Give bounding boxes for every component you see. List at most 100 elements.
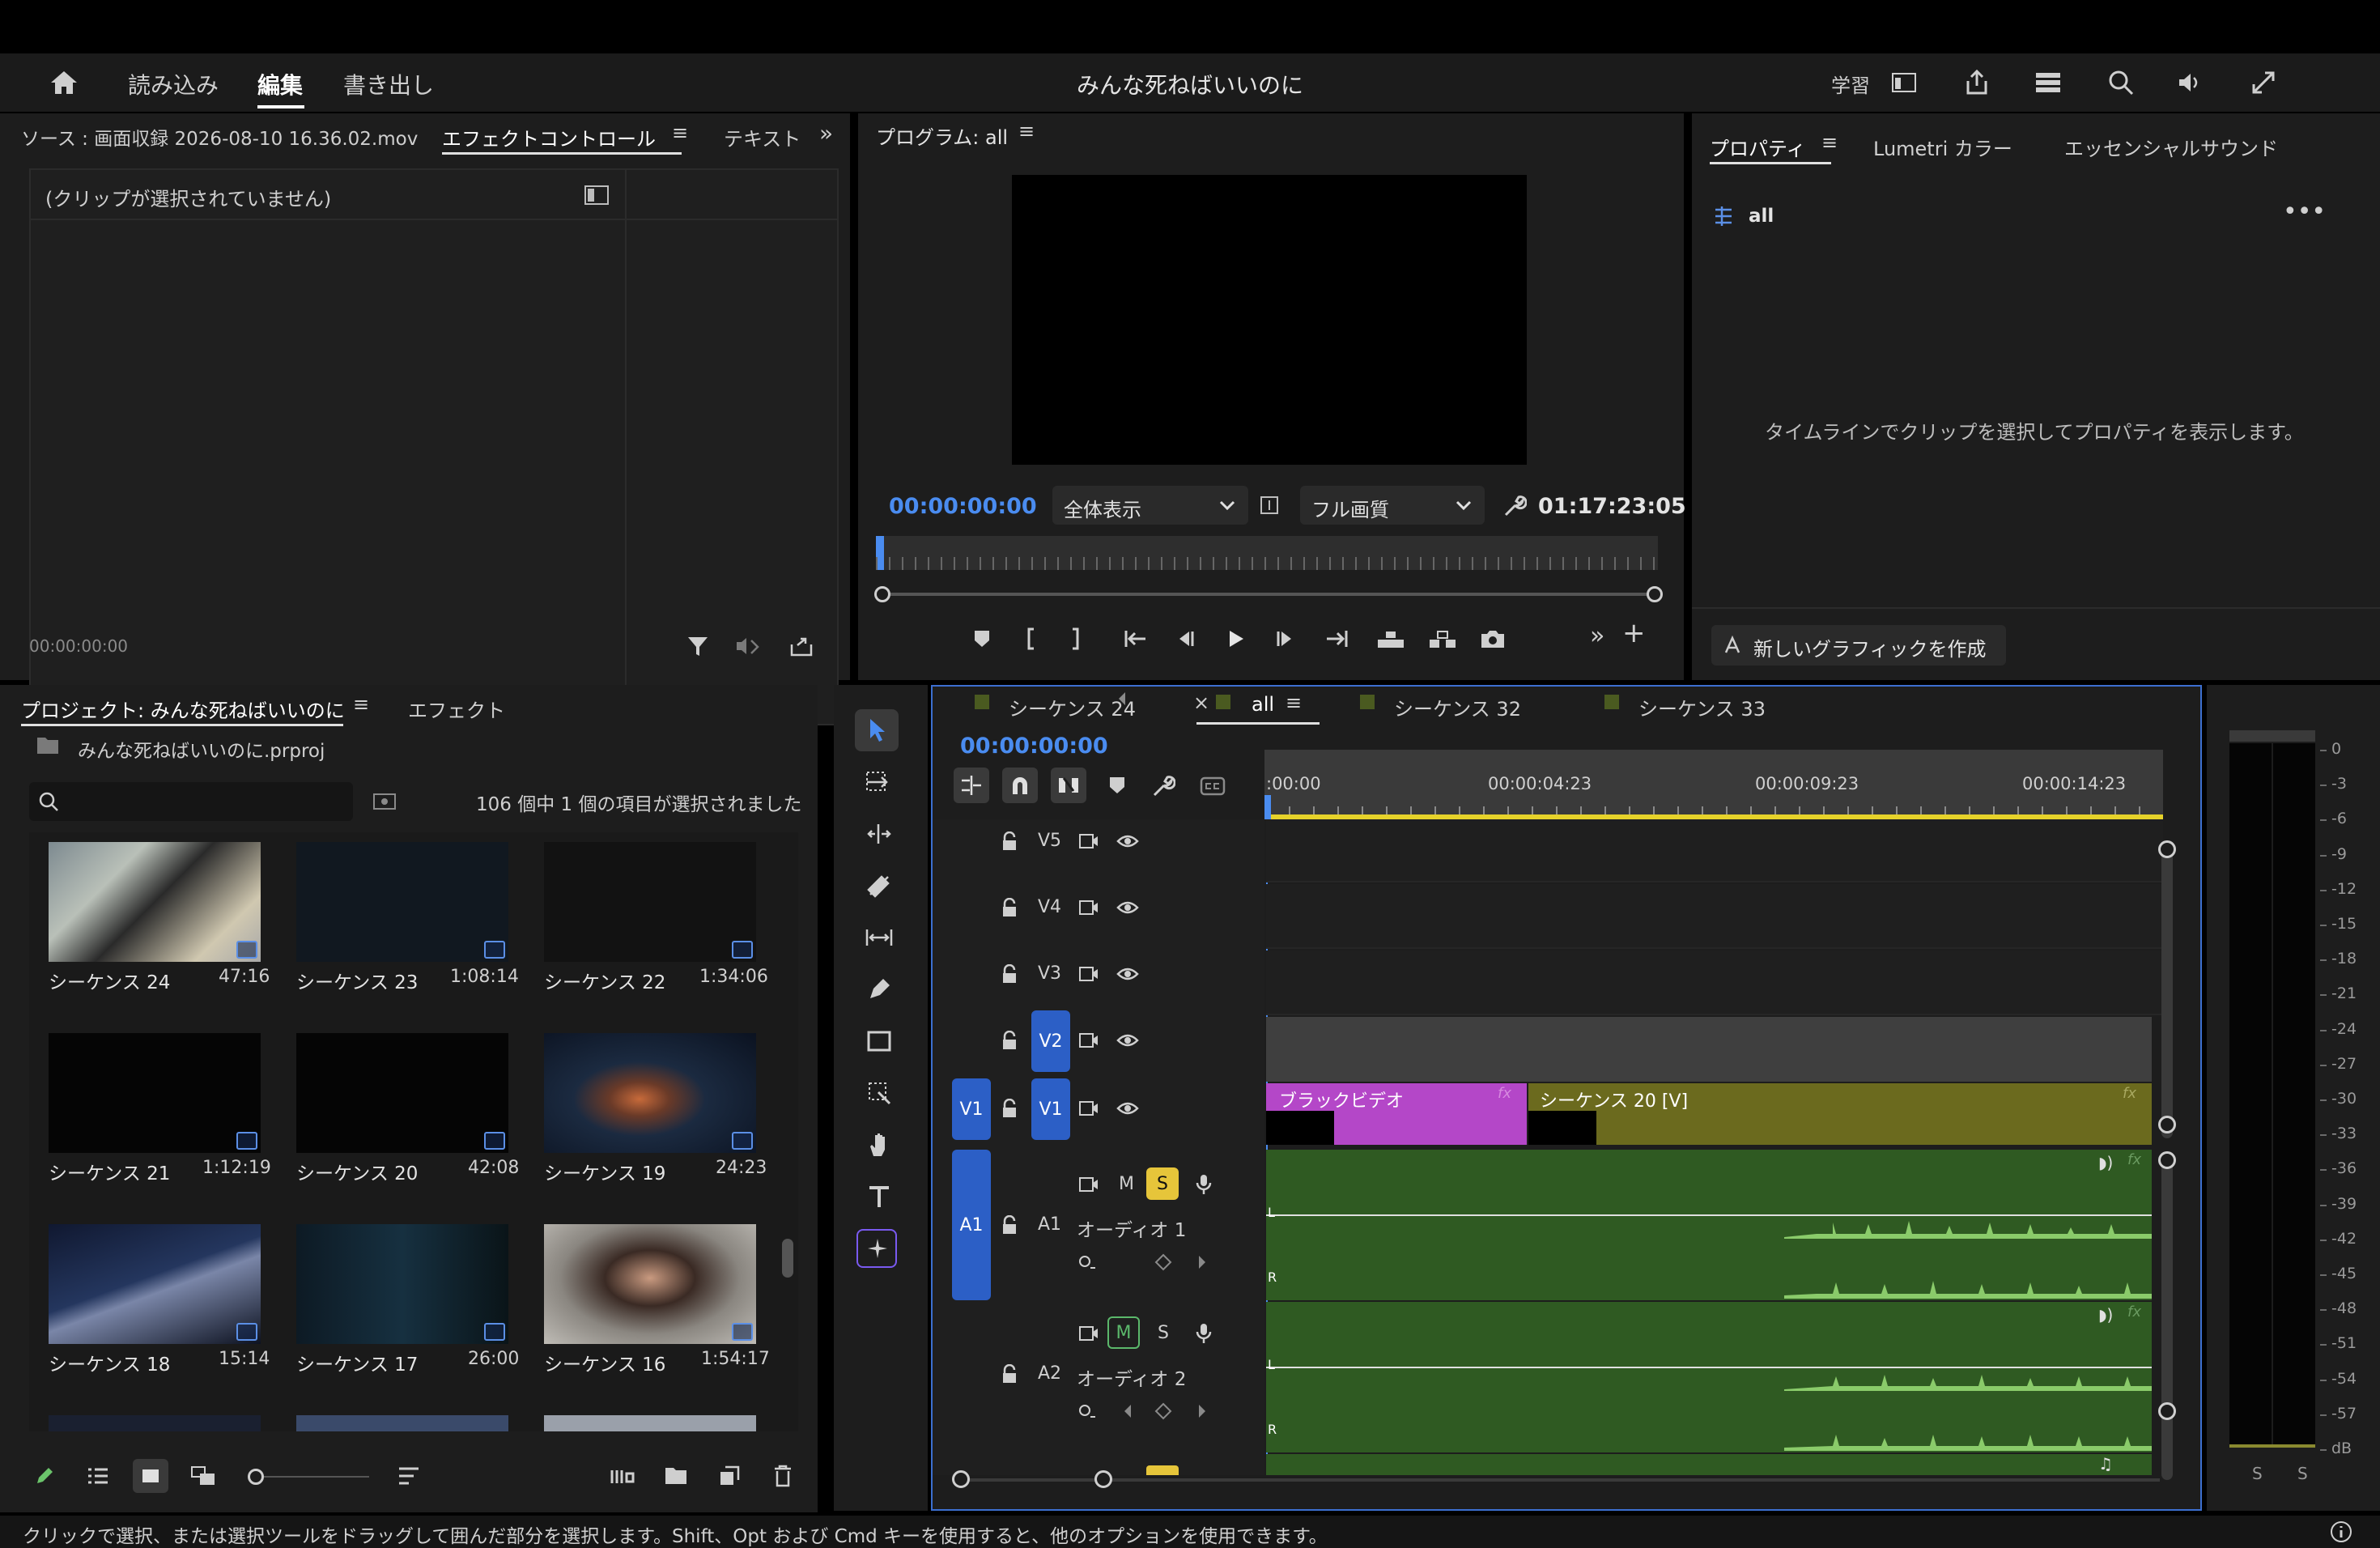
filter-icon[interactable] xyxy=(683,632,712,661)
microphone-icon[interactable] xyxy=(1192,1172,1216,1197)
item-name[interactable]: シーケンス 24 xyxy=(49,967,170,994)
step-back-icon[interactable] xyxy=(1171,625,1198,653)
eye-icon[interactable] xyxy=(1116,895,1140,920)
linked-selection-toggle[interactable] xyxy=(1051,768,1086,803)
share-icon[interactable] xyxy=(1961,66,1993,99)
thumbnail-partial[interactable] xyxy=(296,1415,508,1431)
sort-icon[interactable] xyxy=(395,1462,423,1490)
pencil-icon[interactable] xyxy=(31,1462,58,1490)
add-button-icon[interactable]: + xyxy=(1622,617,1646,649)
volume-keyframe-icon[interactable] xyxy=(1075,1399,1099,1423)
project-tab[interactable]: プロジェクト: みんな死ねばいいのに xyxy=(21,695,345,723)
effect-controls-tab[interactable]: エフェクトコントロール xyxy=(442,123,656,151)
selection-tool[interactable] xyxy=(855,709,899,751)
generative-extend-tool[interactable] xyxy=(856,1229,897,1268)
go-to-in-icon[interactable] xyxy=(1120,625,1150,653)
new-search-bin-icon[interactable] xyxy=(371,787,398,814)
properties-tab[interactable]: プロパティ xyxy=(1710,133,1806,161)
track-target-v1[interactable]: V1 xyxy=(1031,1078,1070,1140)
automate-to-sequence-icon[interactable] xyxy=(609,1462,636,1490)
more-controls-icon[interactable]: » xyxy=(1590,622,1604,650)
tab-edit[interactable]: 編集 xyxy=(257,68,303,100)
lock-icon[interactable] xyxy=(997,1028,1022,1053)
clip-sequence-20[interactable]: シーケンス 20 [V] fx xyxy=(1528,1083,2152,1145)
razor-tool-icon[interactable] xyxy=(863,870,895,902)
info-icon[interactable] xyxy=(2328,1519,2354,1545)
program-current-timecode[interactable]: 00:00:00:00 xyxy=(889,494,1037,519)
clip-audio-a1[interactable]: ◗) fx L R xyxy=(1266,1150,2152,1300)
timeline-zoom-left[interactable] xyxy=(952,1470,970,1488)
more-tabs-icon[interactable]: » xyxy=(819,120,833,147)
eye-icon[interactable] xyxy=(1116,1028,1140,1053)
solo-a2[interactable]: S xyxy=(1158,1323,1169,1343)
lock-icon[interactable] xyxy=(997,1213,1022,1237)
lumetri-tab[interactable]: Lumetri カラー xyxy=(1873,133,2012,161)
add-keyframe-icon[interactable] xyxy=(1151,1250,1175,1274)
timeline-zoom-track[interactable] xyxy=(962,1478,2160,1482)
program-video-frame[interactable] xyxy=(1012,175,1527,465)
lock-icon[interactable] xyxy=(997,962,1022,986)
video-scrollbar[interactable] xyxy=(2161,847,2173,1138)
project-menu-icon[interactable]: ≡ xyxy=(353,693,369,716)
insert-overwrite-toggle[interactable] xyxy=(954,768,989,803)
source-tab[interactable]: ソース : 画面収録 2026-08-10 16.36.02.mov xyxy=(21,123,418,151)
thumbnail-seq22[interactable] xyxy=(544,842,756,962)
panel-layout-icon[interactable] xyxy=(1888,68,1920,97)
quick-search-icon[interactable] xyxy=(2105,66,2137,99)
new-graphic-button[interactable]: 新しいグラフィックを作成 xyxy=(1711,625,2006,666)
safe-margins-icon[interactable] xyxy=(1258,494,1281,517)
track-select-tool-icon[interactable] xyxy=(863,766,895,798)
lock-icon[interactable] xyxy=(997,1362,1022,1386)
snap-toggle[interactable] xyxy=(1002,768,1038,803)
volume-icon[interactable] xyxy=(2174,66,2207,99)
timeline-marker-icon[interactable] xyxy=(1104,772,1130,798)
export-frame-camera-icon[interactable] xyxy=(1477,625,1509,653)
sequence-tab-active[interactable]: all xyxy=(1252,693,1274,716)
new-bin-icon[interactable] xyxy=(662,1462,690,1490)
timeline-timecode[interactable]: 00:00:00:00 xyxy=(960,734,1108,759)
thumbnail-partial[interactable] xyxy=(544,1415,756,1431)
extract-icon[interactable] xyxy=(1426,625,1459,653)
thumbnail-seq24[interactable] xyxy=(49,842,261,962)
lane-v2[interactable] xyxy=(1266,1017,2152,1082)
rectangle-tool-icon[interactable] xyxy=(863,1025,895,1057)
quality-dropdown[interactable]: フル画質 xyxy=(1300,486,1485,525)
ripple-edit-tool-icon[interactable] xyxy=(863,818,895,850)
item-name[interactable]: シーケンス 21 xyxy=(49,1158,170,1185)
audio-only-icon[interactable] xyxy=(733,632,763,661)
mark-in-icon[interactable] xyxy=(1018,625,1041,653)
project-search-input[interactable] xyxy=(29,782,353,821)
source-patch-v1[interactable]: V1 xyxy=(952,1078,991,1140)
properties-menu-icon[interactable]: ≡ xyxy=(1821,131,1838,154)
tab-import[interactable]: 読み込み xyxy=(128,68,219,100)
lane-v5[interactable] xyxy=(1266,819,2163,882)
go-to-out-icon[interactable] xyxy=(1323,625,1352,653)
tab-export[interactable]: 書き出し xyxy=(343,68,434,100)
captions-icon[interactable] xyxy=(1198,772,1227,800)
panel-menu-icon[interactable]: ≡ xyxy=(672,121,688,144)
thumbnail-seq21[interactable] xyxy=(49,1033,261,1153)
thumbnail-seq16[interactable] xyxy=(544,1224,756,1344)
program-menu-icon[interactable]: ≡ xyxy=(1018,120,1035,142)
video-scroll-handle-bottom[interactable] xyxy=(2158,1116,2176,1133)
lock-icon[interactable] xyxy=(997,829,1022,853)
sequence-tab[interactable]: シーケンス 32 xyxy=(1394,693,1521,721)
step-forward-icon[interactable] xyxy=(1273,625,1300,653)
project-scrollbar-thumb[interactable] xyxy=(782,1239,793,1278)
prev-keyframe-icon[interactable] xyxy=(1116,687,1128,711)
clip-audio-a2[interactable]: ◗) fx L R xyxy=(1266,1302,2152,1452)
mute-a2[interactable]: M xyxy=(1107,1316,1140,1349)
transform-tool-icon[interactable] xyxy=(863,1077,895,1109)
eye-icon[interactable] xyxy=(1116,962,1140,986)
next-keyframe-icon[interactable] xyxy=(1190,1250,1214,1274)
item-name[interactable]: シーケンス 20 xyxy=(296,1158,418,1185)
program-ruler[interactable] xyxy=(876,536,1658,570)
item-name[interactable]: シーケンス 18 xyxy=(49,1349,170,1376)
item-name[interactable]: シーケンス 23 xyxy=(296,967,418,994)
solo-a1[interactable]: S xyxy=(1146,1167,1179,1200)
mark-out-icon[interactable] xyxy=(1065,625,1088,653)
add-marker-icon[interactable] xyxy=(968,625,996,653)
item-name[interactable]: シーケンス 17 xyxy=(296,1349,418,1376)
audio-scroll-handle-bottom[interactable] xyxy=(2158,1402,2176,1420)
hand-tool-icon[interactable] xyxy=(863,1129,895,1161)
